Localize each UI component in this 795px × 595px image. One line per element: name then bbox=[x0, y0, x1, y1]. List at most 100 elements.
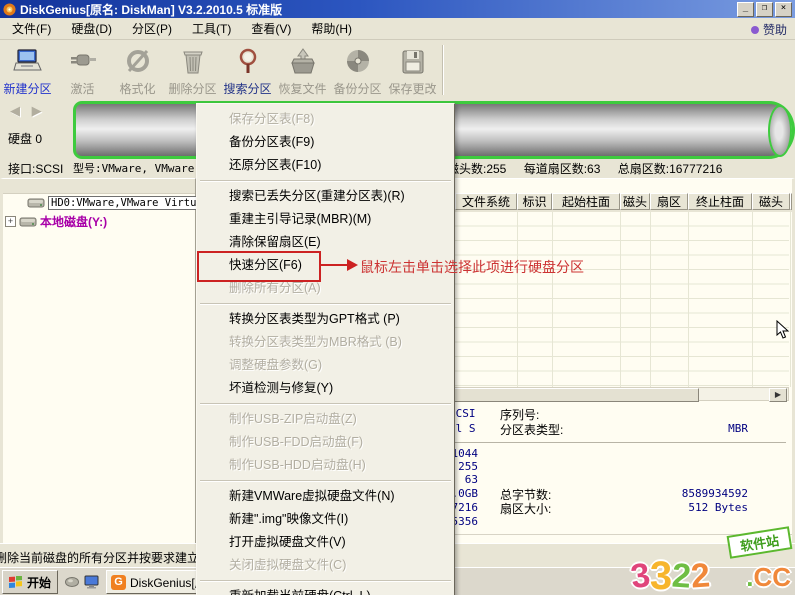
close-button[interactable]: × bbox=[775, 2, 792, 17]
menu-new-img-file[interactable]: 新建".img"映像文件(I) bbox=[197, 508, 454, 531]
app-icon bbox=[3, 2, 16, 16]
col-filesystem[interactable]: 文件系统 bbox=[455, 193, 517, 210]
recover-files-button: 恢复文件 bbox=[275, 40, 330, 100]
menu-partition[interactable]: 分区(P) bbox=[122, 18, 182, 39]
title-bar: DiskGenius[原名: DiskMan] V3.2.2010.5 标准版 … bbox=[0, 0, 795, 18]
col-flag[interactable]: 标识 bbox=[517, 193, 552, 210]
start-label: 开始 bbox=[27, 575, 52, 590]
col-start-cylinder[interactable]: 起始柱面 bbox=[552, 193, 620, 210]
diskgenius-window: DiskGenius[原名: DiskMan] V3.2.2010.5 标准版 … bbox=[0, 0, 795, 595]
watermark-3322cc: 软件站 3322 .CC bbox=[628, 526, 793, 595]
save-changes-icon bbox=[397, 44, 429, 80]
disk-cylinder-cap bbox=[768, 105, 792, 157]
desktop-icon[interactable] bbox=[84, 575, 100, 589]
tree-item-local-disk[interactable]: + 本地磁盘(Y:) bbox=[5, 213, 107, 230]
restore-button[interactable]: ❐ bbox=[756, 2, 773, 17]
menu-save-partition-table: 保存分区表(F8) bbox=[229, 112, 315, 126]
sponsor-dot-icon bbox=[750, 25, 759, 34]
local-disk-icon bbox=[19, 217, 37, 226]
expander-plus-icon[interactable]: + bbox=[5, 216, 16, 227]
menu-disk[interactable]: 硬盘(D) bbox=[61, 18, 122, 39]
menu-reload-current-disk[interactable]: 重新加载当前硬盘(Ctrl_L) bbox=[197, 585, 454, 595]
partition-table-type-value: MBR bbox=[728, 422, 748, 435]
start-button[interactable]: 开始 bbox=[2, 570, 59, 594]
minimize-button[interactable]: _ bbox=[737, 2, 754, 17]
watermark-ribbon: 软件站 bbox=[726, 526, 793, 559]
tree-panel-header bbox=[3, 179, 195, 194]
menu-make-usb-zip: 制作USB-ZIP启动盘(Z) bbox=[229, 412, 357, 426]
search-partition-icon bbox=[232, 44, 264, 80]
activate-button: 激活 bbox=[55, 40, 110, 100]
col-head[interactable]: 磁头 bbox=[620, 193, 650, 210]
menu-separator bbox=[200, 180, 451, 182]
disk-total-sectors: 总扇区数:16777216 bbox=[617, 162, 723, 176]
scrollbar-right-arrow[interactable]: ▶ bbox=[769, 388, 787, 402]
backup-partition-button: 备份分区 bbox=[330, 40, 385, 100]
delete-partition-button: 删除分区 bbox=[165, 40, 220, 100]
window-title: DiskGenius[原名: DiskMan] V3.2.2010.5 标准版 bbox=[20, 2, 283, 17]
menu-restore-partition-table[interactable]: 还原分区表(F10) bbox=[197, 154, 454, 177]
annotation-arrow-line bbox=[321, 264, 348, 266]
chip-icon[interactable] bbox=[64, 575, 80, 589]
tree-item-hd0-label: HD0:VMware,VMware Virtual bbox=[48, 196, 213, 210]
menu-bar: 文件(F) 硬盘(D) 分区(P) 工具(T) 查看(V) 帮助(H) 赞助 bbox=[0, 18, 795, 40]
partition-table-type-label: 分区表类型: bbox=[500, 423, 564, 437]
watermark-cc: .CC bbox=[746, 562, 791, 592]
quick-launch bbox=[62, 575, 102, 589]
menu-open-virtual-disk[interactable]: 打开虚拟硬盘文件(V) bbox=[197, 531, 454, 554]
menu-convert-to-gpt[interactable]: 转换分区表类型为GPT格式 (P) bbox=[197, 308, 454, 331]
annotation-arrow-head bbox=[347, 259, 358, 271]
menu-rebuild-mbr[interactable]: 重建主引导记录(MBR)(M) bbox=[197, 208, 454, 231]
annotation-highlight-box bbox=[197, 251, 321, 282]
disk-nav-arrows[interactable]: ◀ ▶ bbox=[10, 103, 46, 119]
sponsor-label: 赞助 bbox=[762, 23, 787, 37]
col-end-cylinder[interactable]: 终止柱面 bbox=[688, 193, 752, 210]
tree-item-hd0[interactable]: HD0:VMware,VMware Virtual bbox=[27, 196, 213, 210]
new-partition-button[interactable]: 新建分区 bbox=[0, 40, 55, 100]
details-separator bbox=[449, 442, 786, 443]
backup-partition-icon bbox=[342, 44, 374, 80]
menu-adjust-disk-params: 调整硬盘参数(G) bbox=[229, 358, 323, 372]
search-partition-button[interactable]: 搜索分区 bbox=[220, 40, 275, 100]
col-sector[interactable]: 扇区 bbox=[650, 193, 688, 210]
menu-tools[interactable]: 工具(T) bbox=[182, 18, 241, 39]
tree-item-local-disk-label: 本地磁盘(Y:) bbox=[40, 215, 108, 229]
menu-separator bbox=[200, 403, 451, 405]
menu-file[interactable]: 文件(F) bbox=[2, 18, 61, 39]
windows-logo-icon bbox=[9, 575, 22, 588]
menu-view[interactable]: 查看(V) bbox=[241, 18, 301, 39]
format-button: 格式化 bbox=[110, 40, 165, 100]
sponsor-link[interactable]: 赞助 bbox=[750, 21, 787, 38]
menu-separator bbox=[200, 480, 451, 482]
disk-model: 型号:VMware, VMware V bbox=[73, 162, 208, 175]
menu-separator bbox=[200, 303, 451, 305]
total-bytes-value: 8589934592 bbox=[681, 487, 748, 500]
menu-backup-partition-table[interactable]: 备份分区表(F9) bbox=[197, 131, 454, 154]
save-changes-button: 保存更改 bbox=[385, 40, 440, 100]
menu-new-vmware-disk[interactable]: 新建VMWare虚拟硬盘文件(N) bbox=[197, 485, 454, 508]
col-end-head[interactable]: 磁头 bbox=[752, 193, 790, 210]
status-text: 删除当前磁盘的所有分区并按要求建立 bbox=[0, 551, 200, 565]
hard-disk-icon bbox=[27, 198, 45, 208]
disk-tree-panel: HD0:VMware,VMware Virtual + 本地磁盘(Y:) bbox=[0, 178, 213, 543]
menu-make-usb-hdd: 制作USB-HDD启动盘(H) bbox=[229, 458, 366, 472]
sector-size-value: 512 Bytes bbox=[688, 501, 748, 514]
annotation-text: 鼠标左击单击选择此项进行硬盘分区 bbox=[360, 259, 584, 275]
watermark-digits: 3322 bbox=[628, 554, 712, 595]
sector-size-label: 扇区大小: bbox=[500, 502, 552, 516]
mouse-cursor-icon bbox=[776, 320, 790, 339]
disk-interface: 接口:SCSI bbox=[8, 162, 64, 176]
toolbar-separator bbox=[442, 45, 443, 95]
menu-bad-track-check[interactable]: 坏道检测与修复(Y) bbox=[197, 377, 454, 400]
menu-separator bbox=[200, 580, 451, 582]
delete-partition-icon bbox=[177, 44, 209, 80]
diskgenius-icon: G bbox=[111, 574, 127, 590]
menu-search-lost-partition[interactable]: 搜索已丢失分区(重建分区表)(R) bbox=[197, 185, 454, 208]
toolbar: 新建分区 激活 格式化 删除分区 搜索分区 恢复文件 备份分区 保存更改 bbox=[0, 40, 795, 101]
format-icon bbox=[122, 44, 154, 80]
disk-label: 硬盘 0 bbox=[8, 132, 43, 146]
new-partition-icon bbox=[12, 44, 44, 80]
disk-sectors-per-track: 每道扇区数:63 bbox=[523, 162, 601, 176]
menu-convert-to-mbr: 转换分区表类型为MBR格式 (B) bbox=[229, 335, 402, 349]
menu-help[interactable]: 帮助(H) bbox=[301, 18, 362, 39]
